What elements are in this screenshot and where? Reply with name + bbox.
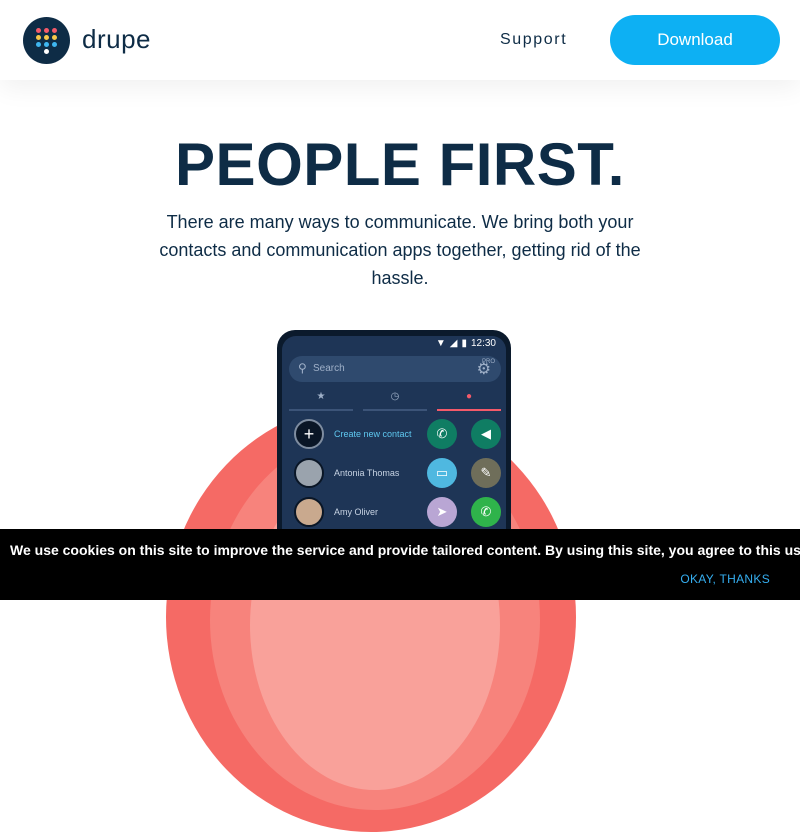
- star-icon: ★: [316, 391, 326, 402]
- wifi-icon: ▼: [435, 338, 446, 349]
- speaker-icon[interactable]: ◀: [471, 419, 501, 449]
- list-item[interactable]: + Create new contact ✆ ◀: [289, 419, 501, 451]
- contact-name: Amy Oliver: [334, 507, 379, 517]
- battery-icon: ▮: [461, 338, 467, 349]
- tab-favorites[interactable]: ★: [289, 391, 353, 411]
- avatar: [294, 497, 324, 527]
- phone-call-icon[interactable]: ✆: [427, 419, 457, 449]
- edit-icon[interactable]: ✎: [471, 458, 501, 488]
- cookie-accept-button[interactable]: OKAY, THANKS: [680, 572, 770, 586]
- hero-subtitle: There are many ways to communicate. We b…: [159, 212, 641, 288]
- phone-tabs: ★ ◷ ●: [289, 391, 501, 411]
- status-time: 12:30: [470, 338, 496, 349]
- signal-icon: ◢: [449, 338, 458, 349]
- phone-search-bar[interactable]: ⚲ Search ⚙ PRO: [289, 356, 501, 382]
- phone-status-bar: ▼ ◢ ▮ 12:30: [436, 338, 496, 349]
- brand-name[interactable]: drupe: [82, 24, 151, 55]
- nav-support-link[interactable]: Support: [500, 31, 567, 49]
- hero-title: PEOPLE FIRST.: [175, 131, 625, 198]
- drupe-logo-icon[interactable]: [23, 17, 70, 64]
- pro-badge: PRO: [481, 359, 495, 365]
- cookie-banner: We use cookies on this site to improve t…: [0, 529, 800, 600]
- tab-recent[interactable]: ◷: [363, 391, 427, 411]
- download-button[interactable]: Download: [610, 15, 780, 65]
- cursor-icon[interactable]: ➤: [427, 497, 457, 527]
- phone-search-placeholder: Search: [313, 363, 345, 374]
- search-icon: ⚲: [298, 361, 307, 375]
- whatsapp-icon[interactable]: ✆: [471, 497, 501, 527]
- contact-name: Create new contact: [334, 429, 412, 439]
- list-item[interactable]: Antonia Thomas ▭ ✎: [289, 458, 501, 490]
- clock-icon: ◷: [390, 391, 400, 402]
- site-header: drupe Support Download: [0, 0, 800, 80]
- message-icon[interactable]: ▭: [427, 458, 457, 488]
- list-item[interactable]: Amy Oliver ➤ ✆: [289, 497, 501, 529]
- tab-contacts[interactable]: ●: [437, 391, 501, 411]
- contact-name: Antonia Thomas: [334, 468, 400, 478]
- add-contact-icon: +: [294, 419, 324, 449]
- cookie-text: We use cookies on this site to improve t…: [10, 542, 800, 558]
- person-icon: ●: [465, 391, 473, 402]
- avatar: [294, 458, 324, 488]
